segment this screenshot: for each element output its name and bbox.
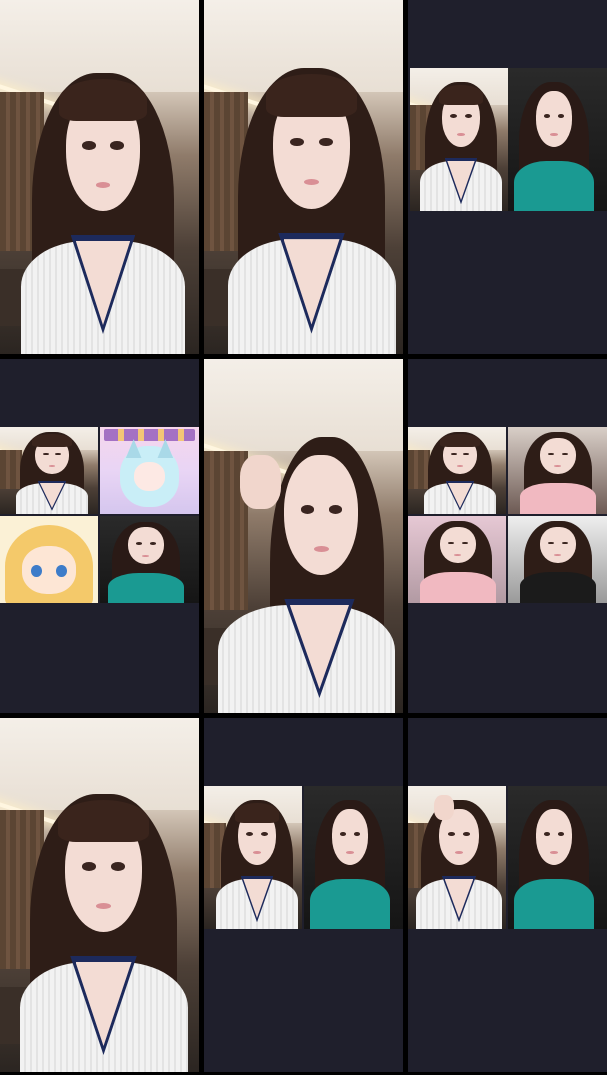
streamer-figure (422, 427, 498, 514)
video-feed-left (408, 786, 506, 929)
guest-figure (106, 516, 186, 603)
stream-tile-6[interactable] (408, 359, 607, 713)
stream-tile-3[interactable] (408, 0, 607, 354)
streamer-figure (214, 792, 300, 929)
video-feed-left (410, 68, 508, 211)
video-grid (0, 0, 607, 1075)
video-feed-bottom-left (408, 516, 506, 603)
stream-tile-2[interactable] (204, 0, 403, 354)
video-feed-bottom-left (0, 516, 98, 603)
stream-tile-7[interactable] (0, 718, 199, 1072)
video-feed-top-right (508, 427, 607, 514)
video-feed-bottom-right (100, 516, 199, 603)
stream-tile-5[interactable] (204, 359, 403, 713)
stream-tile-8[interactable] (204, 718, 403, 1072)
video-feed-top-left (408, 427, 506, 514)
video-feed-right (304, 786, 403, 929)
streamer-figure (214, 419, 399, 713)
video-feed-right (508, 68, 607, 211)
video-feed-bottom-right (508, 516, 607, 603)
stream-tile-4[interactable] (0, 359, 199, 713)
guest-figure (512, 792, 596, 929)
video-feed (204, 359, 403, 713)
streamer-figure (414, 792, 504, 929)
guest-figure (512, 74, 596, 211)
video-feed (204, 0, 403, 354)
video-feed-top-left (0, 427, 98, 514)
stream-tile-1[interactable] (0, 0, 199, 354)
guest-figure (518, 516, 598, 603)
guest-figure (518, 427, 598, 514)
streamer-figure (14, 427, 90, 514)
video-feed-top-right (100, 427, 199, 514)
video-feed-right (508, 786, 607, 929)
streamer-figure (224, 50, 399, 354)
video-feed-left (204, 786, 302, 929)
guest-figure (308, 792, 392, 929)
streamer-figure (16, 776, 191, 1072)
guest-figure (418, 516, 498, 603)
stream-tile-9[interactable] (408, 718, 607, 1072)
video-feed (0, 0, 199, 354)
video-feed (0, 718, 199, 1072)
streamer-figure (18, 55, 188, 354)
streamer-figure (418, 74, 504, 211)
